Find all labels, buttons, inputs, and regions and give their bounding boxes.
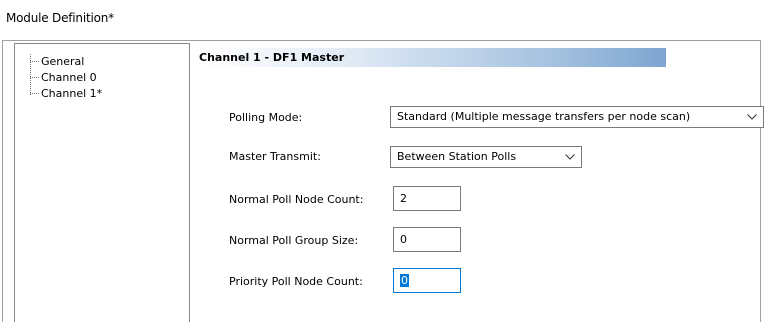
tree-item-channel-1[interactable]: Channel 1* [30,86,103,100]
chevron-down-icon [565,147,575,167]
normal-poll-group-size-input[interactable]: 0 [393,227,461,252]
window-title: Module Definition* [6,11,114,25]
tree-item-label: Channel 1* [41,86,103,100]
tree-item-label: General [41,54,85,68]
normal-poll-node-count-label: Normal Poll Node Count: [229,193,364,206]
master-transmit-dropdown[interactable]: Between Station Polls [390,146,582,168]
tree-item-channel-0[interactable]: Channel 0 [30,70,98,84]
tree-item-general[interactable]: General [30,54,85,68]
chevron-down-icon [747,107,757,127]
master-transmit-label: Master Transmit: [229,150,321,163]
polling-mode-value: Standard (Multiple message transfers per… [397,110,691,123]
polling-mode-label: Polling Mode: [229,111,303,124]
normal-poll-group-size-label: Normal Poll Group Size: [229,234,359,247]
priority-poll-node-count-label: Priority Poll Node Count: [229,275,363,288]
master-transmit-value: Between Station Polls [397,150,517,163]
tree-item-label: Channel 0 [41,70,97,84]
priority-poll-node-count-input[interactable]: 0 [393,268,461,293]
tree-branch-line [30,60,39,62]
polling-mode-dropdown[interactable]: Standard (Multiple message transfers per… [390,106,764,128]
normal-poll-node-count-input[interactable]: 2 [393,186,461,211]
section-header: Channel 1 - DF1 Master [199,48,666,67]
tree-branch-line [30,76,39,78]
tree-branch-line [30,92,39,94]
navigation-tree: General Channel 0 Channel 1* [14,43,190,322]
selected-text: 0 [400,274,409,287]
